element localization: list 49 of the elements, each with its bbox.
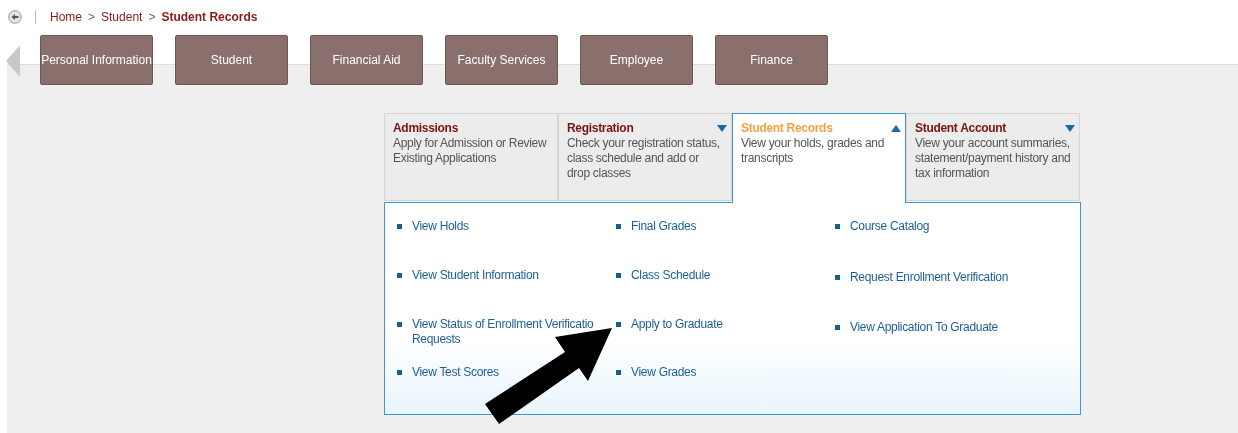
bullet-icon xyxy=(616,272,621,278)
menu-link[interactable]: View Status of Enrollment Verificatio Requests xyxy=(412,316,594,347)
menu-link[interactable]: Request Enrollment Verification xyxy=(850,269,1009,285)
nav-tab[interactable]: Financial Aid xyxy=(310,35,423,85)
breadcrumb-separator: > xyxy=(88,10,96,24)
breadcrumb-separator: > xyxy=(148,10,156,24)
nav-tab[interactable]: Student xyxy=(175,35,288,85)
menu-card[interactable]: Student Account View your account summaries, statement/payment history and tax information xyxy=(906,113,1080,201)
nav-tab[interactable]: Employee xyxy=(580,35,693,85)
menu-link[interactable]: Final Grades xyxy=(631,219,697,234)
breadcrumb-link[interactable]: Student Records xyxy=(161,10,258,24)
bullet-icon xyxy=(616,224,621,229)
menu-link[interactable]: View Student Information xyxy=(412,267,539,283)
bullet-icon xyxy=(835,224,840,229)
card-title: Student Records xyxy=(741,121,833,136)
menu-card[interactable]: Admissions Apply for Admission or Review Existing Applications xyxy=(384,113,558,201)
breadcrumb-link[interactable]: Home xyxy=(50,10,82,24)
card-description: Check your registration status, class schedule and add or drop classes xyxy=(567,136,721,181)
bullet-icon xyxy=(397,321,402,327)
bullet-icon xyxy=(397,370,402,376)
menu-link[interactable]: View Holds xyxy=(412,219,469,234)
menu-link[interactable]: View Application To Graduate xyxy=(850,320,998,335)
expand-caret-icon[interactable] xyxy=(717,125,727,132)
bullet-icon xyxy=(835,325,840,330)
collapse-caret-icon[interactable] xyxy=(891,125,901,132)
card-title: Student Account xyxy=(915,121,1007,136)
card-title: Admissions xyxy=(393,121,459,136)
card-description: View your holds, grades and transcripts xyxy=(741,136,886,166)
nav-tab[interactable]: Personal Information xyxy=(40,35,153,85)
nav-tab[interactable]: Finance xyxy=(715,35,828,85)
menu-link[interactable]: View Grades xyxy=(631,365,697,381)
menu-link[interactable]: View Test Scores xyxy=(412,365,499,381)
bullet-icon xyxy=(616,370,621,376)
menu-card[interactable]: Student Records View your holds, grades and transcripts xyxy=(732,113,906,203)
menu-link[interactable]: Apply to Graduate xyxy=(631,316,723,332)
expand-caret-icon[interactable] xyxy=(1065,125,1075,132)
bullet-icon xyxy=(397,224,402,229)
nav-tab[interactable]: Faculty Services xyxy=(445,35,558,85)
menu-link[interactable]: Course Catalog xyxy=(850,219,930,234)
card-title: Registration xyxy=(567,121,634,136)
bullet-icon xyxy=(397,272,402,278)
back-icon[interactable] xyxy=(8,10,22,24)
card-description: Apply for Admission or Review Existing Applications xyxy=(393,136,548,166)
menu-link[interactable]: Class Schedule xyxy=(631,267,711,283)
bullet-icon xyxy=(835,274,840,280)
menu-card[interactable]: Registration Check your registration status, class schedule and add or drop classes xyxy=(558,113,732,201)
card-description: View your account summaries, statement/payment history and tax information xyxy=(915,136,1071,181)
bullet-icon xyxy=(616,321,621,327)
breadcrumb-link[interactable]: Student xyxy=(101,10,143,24)
